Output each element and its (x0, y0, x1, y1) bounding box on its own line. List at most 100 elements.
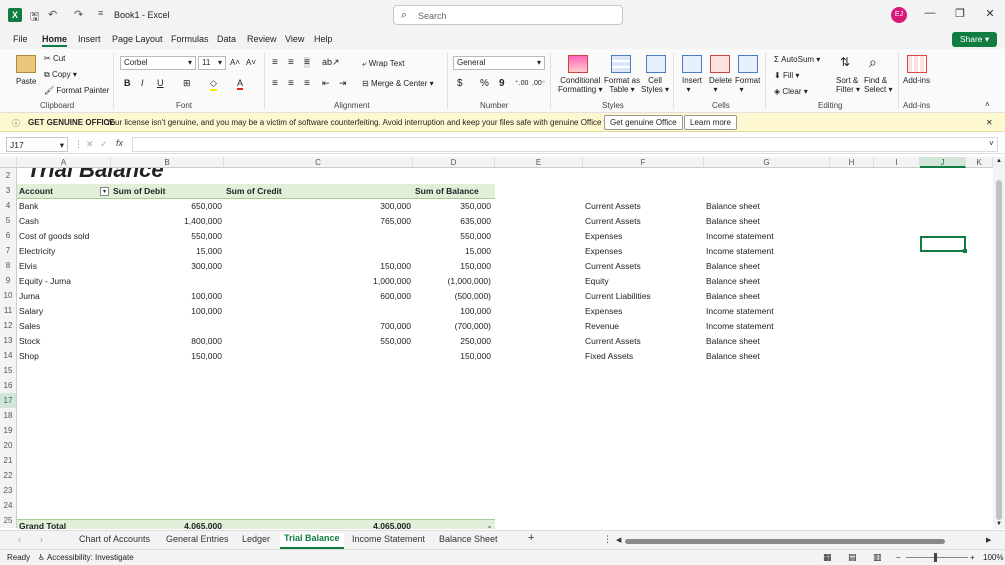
undo-icon[interactable]: ↶ (48, 8, 57, 21)
align-left-icon[interactable]: ≡ (272, 78, 278, 89)
worksheet-grid[interactable]: A B C D E F G H I J K 2 3 4 5 6 7 8 9 10 11 12 13 14… (0, 157, 993, 529)
scroll-down-icon[interactable]: ▼ (996, 521, 1002, 527)
cut-button[interactable]: ✂ Cut (44, 54, 65, 63)
find-icon[interactable]: ⌕ (869, 54, 877, 71)
row-header[interactable]: 3 (0, 183, 17, 198)
align-middle-icon[interactable]: ≡ (288, 57, 294, 68)
row-header[interactable]: 8 (0, 258, 17, 273)
tab-income-statement[interactable]: Income Statement (352, 534, 425, 544)
align-right-icon[interactable]: ≡ (304, 78, 310, 89)
filter-dropdown-icon[interactable]: ▾ (100, 187, 109, 196)
avatar[interactable]: EJ (891, 7, 907, 23)
collapse-ribbon-icon[interactable]: ˄ (985, 100, 990, 109)
conditional-formatting-icon[interactable] (568, 55, 588, 73)
page-layout-view-icon[interactable]: ▤ (848, 552, 857, 563)
row-header[interactable]: 5 (0, 213, 17, 228)
tabs-more-icon[interactable]: ⋮ (603, 534, 612, 545)
next-sheet-icon[interactable]: › (40, 534, 43, 544)
column-header-b[interactable]: B (111, 157, 224, 168)
row-header[interactable]: 2 (0, 168, 17, 183)
increase-font-icon[interactable]: A˄ (230, 58, 240, 67)
redo-icon[interactable]: ↷ (74, 8, 83, 21)
bold-icon[interactable]: B (124, 78, 131, 88)
insert-function-icon[interactable]: fx (116, 138, 123, 148)
scroll-up-icon[interactable]: ▲ (996, 158, 1002, 164)
font-size-select[interactable]: 11 ▾ (198, 56, 226, 70)
hscroll-right-icon[interactable]: ▶ (986, 536, 991, 544)
number-format-select[interactable]: General ▾ (453, 56, 545, 70)
paste-icon[interactable] (16, 55, 36, 73)
active-cell-j17[interactable] (920, 236, 967, 253)
fill-color-icon[interactable]: ◇ (210, 78, 217, 91)
format-as-table-icon[interactable] (611, 55, 631, 73)
close-icon[interactable]: ✕ (980, 7, 1000, 20)
row-header[interactable]: 22 (0, 468, 17, 483)
tab-ledger[interactable]: Ledger (242, 534, 270, 544)
autosum-button[interactable]: Σ AutoSum ▾ (774, 55, 820, 64)
menu-data[interactable]: Data (217, 34, 236, 44)
comma-button[interactable]: 9 (499, 78, 505, 89)
row-header[interactable]: 11 (0, 303, 17, 318)
menu-file[interactable]: File (13, 34, 28, 44)
decrease-font-icon[interactable]: A˅ (246, 58, 256, 67)
zoom-in-icon[interactable]: + (970, 553, 975, 562)
add-sheet-icon[interactable]: + (528, 532, 534, 544)
menu-help[interactable]: Help (314, 34, 333, 44)
row-header[interactable]: 10 (0, 288, 17, 303)
align-center-icon[interactable]: ≡ (288, 78, 294, 89)
tab-general-entries[interactable]: General Entries (166, 534, 229, 544)
column-header-d[interactable]: D (413, 157, 495, 168)
column-header-c[interactable]: C (224, 157, 413, 168)
fill-button[interactable]: ⬇ Fill ▾ (774, 71, 799, 80)
formula-input[interactable] (132, 137, 998, 152)
row-header[interactable]: 21 (0, 453, 17, 468)
format-painter-button[interactable]: 🖌 Format Painter (44, 86, 109, 95)
accessibility-button[interactable]: ♿ Accessibility: Investigate (38, 553, 134, 562)
vertical-scroll-thumb[interactable] (996, 180, 1002, 520)
find-select-button[interactable]: Find & Select ▾ (864, 76, 892, 94)
row-header[interactable]: 7 (0, 243, 17, 258)
column-header-k[interactable]: K (966, 157, 993, 168)
italic-icon[interactable]: I (141, 78, 144, 88)
zoom-slider-handle[interactable] (934, 553, 937, 562)
row-header[interactable]: 14 (0, 348, 17, 363)
addins-icon[interactable] (907, 55, 927, 73)
font-name-select[interactable]: Corbel ▾ (120, 56, 196, 70)
name-box[interactable]: J17 ▾ (6, 137, 68, 152)
format-cells-button[interactable]: Format ▾ (735, 76, 760, 94)
row-header[interactable]: 20 (0, 438, 17, 453)
menu-formulas[interactable]: Formulas (171, 34, 209, 44)
tab-balance-sheet[interactable]: Balance Sheet (439, 534, 498, 544)
orientation-icon[interactable]: ab↗ (322, 57, 340, 68)
row-header[interactable]: 13 (0, 333, 17, 348)
zoom-slider[interactable] (906, 557, 968, 558)
merge-center-button[interactable]: ⊟ Merge & Center ▾ (362, 79, 434, 88)
share-button[interactable]: Share ▾ (952, 32, 997, 47)
row-header[interactable]: 6 (0, 228, 17, 243)
column-header-f[interactable]: F (583, 157, 704, 168)
copy-button[interactable]: ⧉ Copy ▾ (44, 70, 77, 80)
clear-button[interactable]: ◈ Clear ▾ (774, 87, 808, 96)
sort-filter-icon[interactable]: ⇅ (840, 55, 850, 69)
column-header-a[interactable]: A (17, 157, 111, 168)
enter-icon[interactable]: ✓ (100, 139, 108, 150)
learn-more-button[interactable]: Learn more (684, 115, 737, 130)
tab-chart-of-accounts[interactable]: Chart of Accounts (79, 534, 150, 544)
row-header[interactable]: 15 (0, 363, 17, 378)
prev-sheet-icon[interactable]: ‹ (18, 534, 21, 544)
column-header-h[interactable]: H (830, 157, 874, 168)
align-top-icon[interactable]: ≡ (272, 57, 278, 68)
get-genuine-button[interactable]: Get genuine Office (604, 115, 683, 130)
insert-cells-button[interactable]: Insert ▾ (682, 76, 702, 94)
row-header[interactable]: 4 (0, 198, 17, 213)
zoom-out-icon[interactable]: − (896, 553, 901, 562)
row-header[interactable]: 25 (0, 513, 17, 528)
paste-button[interactable]: Paste (16, 77, 36, 86)
column-header-g[interactable]: G (704, 157, 830, 168)
column-header-i[interactable]: I (874, 157, 920, 168)
increase-decimal-icon[interactable]: ⁺.00 (515, 79, 528, 87)
restore-icon[interactable]: ❐ (950, 7, 970, 20)
conditional-formatting-button[interactable]: Conditional Formatting ▾ (558, 76, 602, 94)
row-header[interactable]: 16 (0, 378, 17, 393)
addins-button[interactable]: Add-ins (903, 76, 930, 85)
